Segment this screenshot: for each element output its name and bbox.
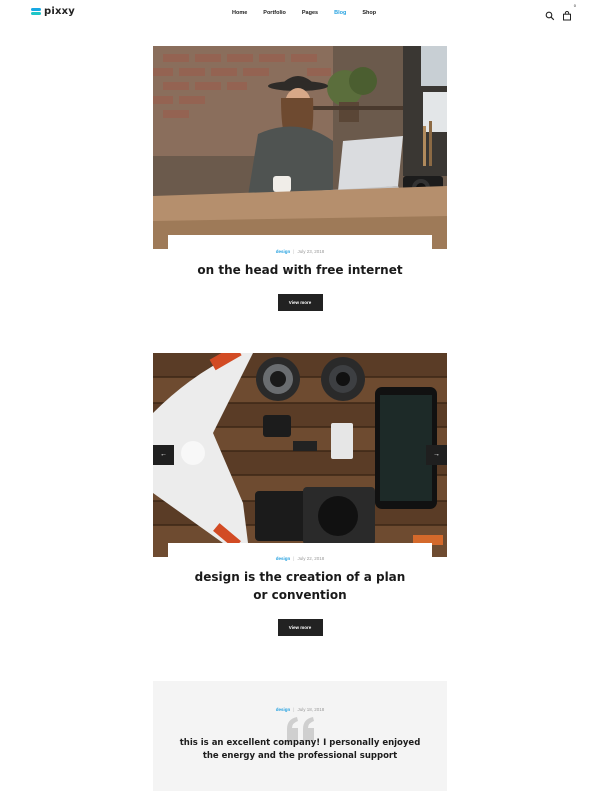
post-meta: design | July 18, 2018 bbox=[153, 707, 447, 712]
main-nav: Home Portfolio Pages Blog Shop bbox=[232, 10, 392, 16]
post-meta: design | July 22, 2018 bbox=[168, 556, 432, 561]
post-date: July 22, 2018 bbox=[297, 556, 325, 561]
view-more-button[interactable]: View more bbox=[277, 619, 323, 636]
post-image-gadgets[interactable] bbox=[153, 353, 447, 557]
meta-separator: | bbox=[293, 707, 295, 712]
view-more-button[interactable]: View more bbox=[277, 294, 323, 311]
meta-separator: | bbox=[293, 249, 295, 254]
post-card: design | July 23, 2018 on the head with fr… bbox=[168, 235, 432, 325]
cart-count-badge: 0 bbox=[573, 3, 576, 8]
post-category[interactable]: design bbox=[276, 707, 291, 712]
post-date: July 18, 2018 bbox=[297, 707, 325, 712]
post-meta: design | July 23, 2018 bbox=[168, 249, 432, 254]
nav-item-portfolio[interactable]: Portfolio bbox=[263, 10, 286, 16]
meta-separator: | bbox=[293, 556, 295, 561]
cart-icon[interactable]: 0 bbox=[562, 3, 576, 21]
header-icons: 0 bbox=[545, 3, 576, 21]
quote-post: design | July 18, 2018 this is an excellen… bbox=[153, 681, 447, 791]
logo-mark-icon bbox=[31, 7, 41, 17]
post-title[interactable]: on the head with free internet bbox=[168, 261, 432, 279]
post-category[interactable]: design bbox=[276, 249, 291, 254]
post-title[interactable]: design is the creation of a plan or conv… bbox=[168, 568, 432, 604]
logo-text: pixxy bbox=[44, 6, 76, 17]
post-image-workspace[interactable] bbox=[153, 46, 447, 249]
quote-text: this is an excellent company! I personal… bbox=[179, 738, 421, 761]
nav-item-blog[interactable]: Blog bbox=[334, 10, 346, 16]
post-category[interactable]: design bbox=[276, 556, 291, 561]
site-header: pixxy Home Portfolio Pages Blog Shop 0 bbox=[0, 0, 600, 28]
logo[interactable]: pixxy bbox=[31, 6, 75, 17]
slider-prev-button[interactable]: ← bbox=[153, 445, 174, 465]
post-date: July 23, 2018 bbox=[297, 249, 325, 254]
nav-item-pages[interactable]: Pages bbox=[302, 10, 318, 16]
search-icon[interactable] bbox=[545, 8, 555, 21]
slider-next-button[interactable]: → bbox=[426, 445, 447, 465]
post-card: design | July 22, 2018 design is the creat… bbox=[168, 543, 432, 643]
nav-item-home[interactable]: Home bbox=[232, 10, 247, 16]
nav-item-shop[interactable]: Shop bbox=[362, 10, 376, 16]
